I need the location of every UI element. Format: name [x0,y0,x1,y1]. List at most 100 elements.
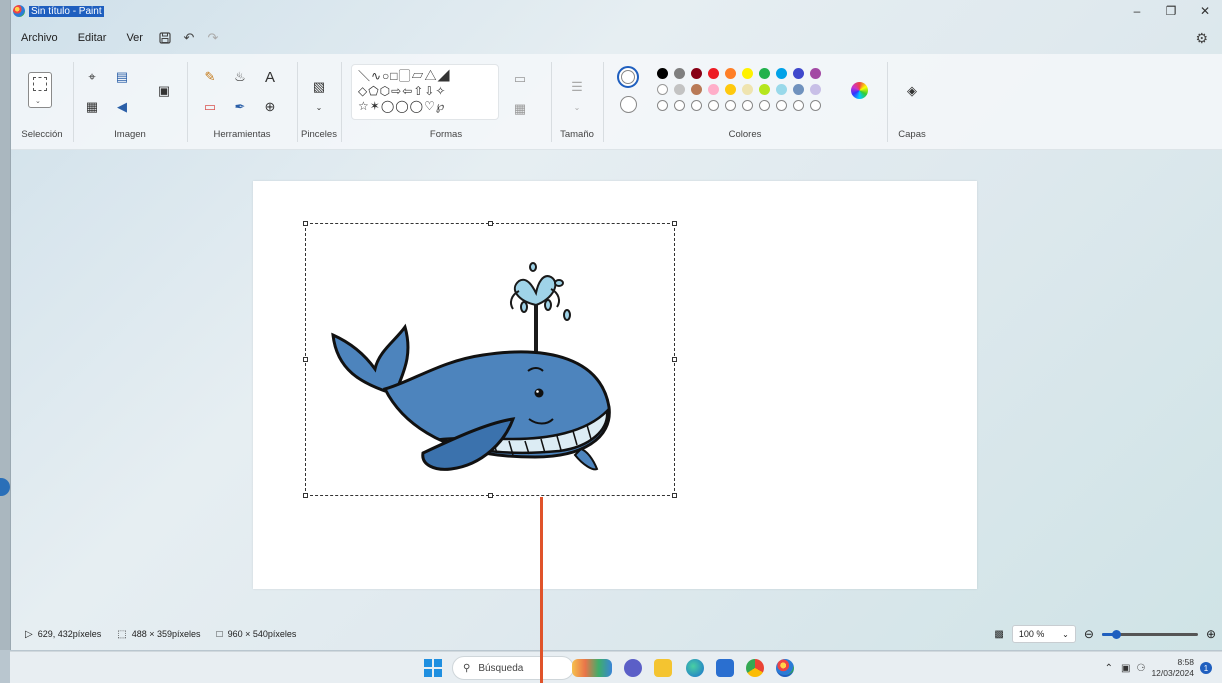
pencil-icon[interactable]: ✎ [201,68,219,86]
chevron-down-icon[interactable]: ⌄ [568,98,586,116]
color-swatch[interactable] [657,68,668,79]
network-icon[interactable]: ▣ [1121,663,1130,674]
zoom-slider[interactable] [1101,629,1198,639]
zoom-select[interactable]: 100 % ⌄ [1011,625,1076,643]
canvas-area[interactable] [11,151,1222,620]
color-swatch[interactable] [691,68,702,79]
custom-color-swatch[interactable] [810,100,821,111]
edge-icon[interactable] [686,659,704,677]
paint-taskbar-icon[interactable] [776,659,794,677]
resize-handle[interactable] [303,221,308,226]
layers-icon[interactable]: ◈ [903,82,921,100]
resize-handle[interactable] [672,493,677,498]
volume-icon[interactable]: ⚆ [1136,663,1145,674]
outline-icon[interactable]: ▭ [511,70,529,88]
rotate-icon[interactable]: ◀ [113,98,131,116]
system-tray: ⌃ ▣ ⚆ 8:58 12/03/2024 1 [1105,654,1212,682]
zoom-slider-thumb[interactable] [1112,629,1122,639]
custom-color-swatch[interactable] [742,100,753,111]
minimize-button[interactable]: – [1120,0,1154,22]
fit-to-window-icon[interactable]: ▩ [994,629,1003,640]
custom-color-swatch[interactable] [725,100,736,111]
menu-view[interactable]: Ver [116,32,153,44]
resize-handle[interactable] [672,221,677,226]
group-label-brushes: Pinceles [301,129,337,140]
shapes-gallery[interactable]: ＼∿○□▢▱△◢ ◇⬠⬡⇨⇦⇧⇩✧ ☆✶◯◯◯♡℘ [351,64,499,120]
custom-color-swatch[interactable] [657,100,668,111]
drawing-canvas[interactable] [253,181,977,589]
restore-button[interactable]: ❐ [1154,0,1188,22]
menu-edit[interactable]: Editar [68,32,117,44]
color-swatch[interactable] [725,68,736,79]
chevron-up-icon[interactable]: ⌃ [1105,663,1113,674]
resize-handle[interactable] [672,357,677,362]
redo-icon[interactable]: ↷ [201,28,225,48]
store-icon[interactable] [716,659,734,677]
group-size: ☰ ⌄ Tamaño [551,54,603,150]
selection-rectangle[interactable] [303,221,677,498]
eraser-icon[interactable]: ▭ [201,98,219,116]
taskbar-search[interactable]: ⚲ Búsqueda [452,656,574,680]
primary-color-swatch[interactable] [617,66,639,88]
resize-handle[interactable] [303,357,308,362]
resize-icon[interactable]: ▤ [113,68,131,86]
start-button[interactable] [424,659,442,677]
custom-color-swatch[interactable] [691,100,702,111]
search-highlight-icon[interactable] [572,659,612,677]
chrome-icon[interactable] [746,659,764,677]
color-swatch[interactable] [776,68,787,79]
menu-file[interactable]: Archivo [11,32,68,44]
annotation-line [540,497,543,683]
custom-color-swatch[interactable] [793,100,804,111]
color-swatch[interactable] [657,84,668,95]
color-swatch[interactable] [793,68,804,79]
color-swatch[interactable] [776,84,787,95]
color-swatch[interactable] [759,68,770,79]
color-swatch[interactable] [708,84,719,95]
color-swatch[interactable] [708,68,719,79]
color-swatch[interactable] [691,84,702,95]
selection-tool-button[interactable]: ⌄ [28,72,52,108]
color-swatch[interactable] [725,84,736,95]
custom-color-swatch[interactable] [759,100,770,111]
custom-color-swatch[interactable] [708,100,719,111]
fill-bucket-icon[interactable]: ♨ [231,68,249,86]
color-swatch[interactable] [793,84,804,95]
group-label-shapes: Formas [429,129,463,140]
resize-handle[interactable] [488,493,493,498]
file-explorer-icon[interactable] [654,659,672,677]
color-swatch[interactable] [674,84,685,95]
color-swatch[interactable] [742,84,753,95]
crop-icon[interactable]: ⌖ [83,68,101,86]
zoom-out-icon[interactable]: ⊖ [1084,627,1094,641]
save-icon[interactable] [153,28,177,48]
color-picker-icon[interactable]: ✒ [231,98,249,116]
secondary-color-swatch[interactable] [620,96,637,113]
image-select-icon[interactable]: ▦ [83,98,101,116]
color-swatch[interactable] [674,68,685,79]
zoom-in-icon[interactable]: ⊕ [1206,627,1216,641]
magnifier-icon[interactable]: ⊕ [261,98,279,116]
settings-gear-icon[interactable]: ⚙ [1195,30,1208,47]
fill-shape-icon[interactable]: ▦ [511,100,529,118]
text-tool-icon[interactable]: A [261,68,279,86]
teams-icon[interactable] [624,659,642,677]
brush-icon[interactable]: ▧ [310,78,328,96]
chevron-down-icon[interactable]: ⌄ [310,98,328,116]
custom-color-swatch[interactable] [776,100,787,111]
custom-color-swatch[interactable] [674,100,685,111]
color-swatch[interactable] [759,84,770,95]
color-swatch[interactable] [742,68,753,79]
resize-handle[interactable] [303,493,308,498]
color-swatch[interactable] [810,84,821,95]
undo-icon[interactable]: ↶ [177,28,201,48]
notification-badge[interactable]: 1 [1200,662,1212,674]
color-swatch[interactable] [810,68,821,79]
zoom-controls: ▩ 100 % ⌄ ⊖ ⊕ [994,624,1216,644]
clock[interactable]: 8:58 12/03/2024 [1151,657,1194,679]
resize-handle[interactable] [488,221,493,226]
remove-background-icon[interactable]: ▣ [155,82,173,100]
close-button[interactable]: ✕ [1188,0,1222,22]
line-thickness-icon[interactable]: ☰ [568,78,586,96]
edit-colors-icon[interactable] [851,82,868,99]
